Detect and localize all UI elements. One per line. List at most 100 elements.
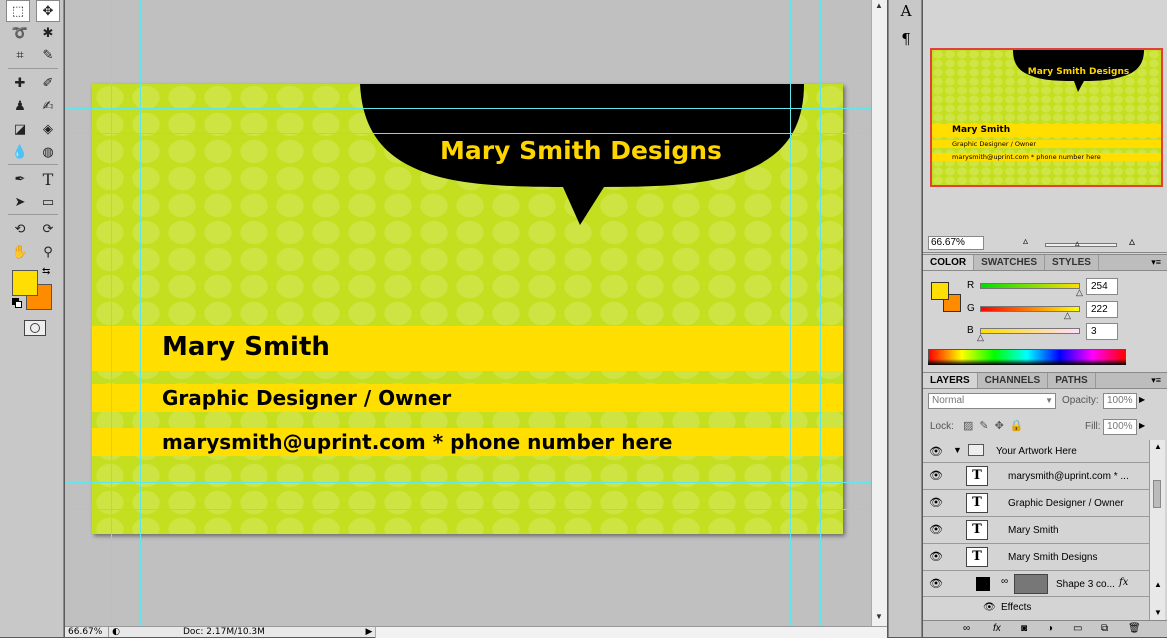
tab-color[interactable]: COLOR xyxy=(923,255,975,270)
layers-scrollbar[interactable]: ▲ ▲ ▼ xyxy=(1149,440,1165,620)
magic-wand-icon[interactable]: ✱ xyxy=(36,22,60,44)
zoom-out-icon[interactable]: ▵ xyxy=(1023,236,1028,247)
eraser-icon[interactable]: ◪ xyxy=(8,118,32,140)
status-flyout-icon[interactable]: ▶ xyxy=(363,627,375,637)
slider-thumb-icon[interactable]: △ xyxy=(977,332,984,343)
scroll-up-icon[interactable]: ▲ xyxy=(875,1,883,10)
fill-field[interactable]: 100% xyxy=(1103,419,1137,435)
3d-rotate-icon[interactable]: ⟲ xyxy=(8,218,32,240)
guide-horizontal[interactable] xyxy=(65,133,871,134)
panel-menu-icon[interactable]: ▾≡ xyxy=(1151,255,1167,270)
quick-mask-icon[interactable] xyxy=(24,320,46,336)
scroll-down-icon[interactable]: ▼ xyxy=(1154,608,1162,617)
default-colors-icon[interactable] xyxy=(12,298,22,308)
layer-row[interactable]: 👁 T marysmith@uprint.com * ... xyxy=(923,463,1149,490)
layer-row[interactable]: 👁 T Graphic Designer / Owner xyxy=(923,490,1149,517)
dodge-icon[interactable]: ◍ xyxy=(36,141,60,163)
fill-flyout-icon[interactable]: ▶ xyxy=(1139,421,1145,430)
pen-icon[interactable]: ✒ xyxy=(8,168,32,190)
guide-horizontal[interactable] xyxy=(65,509,871,510)
channel-b-value[interactable]: 3 xyxy=(1086,323,1118,340)
scroll-up-icon[interactable]: ▲ xyxy=(1154,580,1162,589)
color-panel-fg-swatch[interactable] xyxy=(931,282,949,300)
canvas-vertical-scrollbar[interactable]: ▲ ▼ xyxy=(871,0,887,626)
blend-mode-select[interactable]: Normal ▼ xyxy=(928,393,1056,409)
layer-row[interactable]: 👁 T Mary Smith xyxy=(923,517,1149,544)
status-menu-icon[interactable]: ◐ xyxy=(109,627,123,637)
visibility-eye-icon[interactable]: 👁 xyxy=(929,524,943,536)
opacity-field[interactable]: 100% xyxy=(1103,393,1137,409)
layer-row[interactable]: 👁 T Mary Smith Designs xyxy=(923,544,1149,571)
slider-thumb-icon[interactable]: △ xyxy=(1064,310,1071,321)
brush-icon[interactable]: ✐ xyxy=(36,72,60,94)
add-mask-icon[interactable]: ◙ xyxy=(1021,623,1027,634)
scroll-down-icon[interactable]: ▼ xyxy=(875,612,883,621)
character-panel-icon[interactable]: A xyxy=(896,2,916,22)
visibility-eye-icon[interactable]: 👁 xyxy=(929,578,943,590)
business-card-artwork[interactable]: Mary Smith Designs Mary Smith Graphic De… xyxy=(92,84,843,534)
history-brush-icon[interactable]: ✍ xyxy=(36,95,60,117)
zoom-icon[interactable]: ⚲ xyxy=(36,241,60,263)
status-zoom-field[interactable]: 66.67% xyxy=(65,627,109,637)
foreground-color-swatch[interactable] xyxy=(12,270,38,296)
tab-styles[interactable]: STYLES xyxy=(1045,255,1099,270)
lock-options-icon[interactable]: ▨✎✥🔒 xyxy=(963,419,1030,432)
guide-vertical[interactable] xyxy=(820,0,821,626)
shape-layer-row[interactable]: 👁 ∞ Shape 3 co... fx xyxy=(923,571,1149,597)
guide-vertical[interactable] xyxy=(790,0,791,626)
paragraph-panel-icon[interactable]: ¶ xyxy=(896,30,916,50)
zoom-in-icon[interactable]: ▵ xyxy=(1129,234,1135,248)
navigator-zoom-field[interactable]: 66.67% xyxy=(928,236,984,250)
add-style-icon[interactable]: fx xyxy=(993,623,1001,634)
healing-brush-icon[interactable]: ✚ xyxy=(8,72,32,94)
marquee-icon[interactable]: ⬚ xyxy=(6,0,30,22)
panel-menu-icon[interactable]: ▾≡ xyxy=(1151,373,1167,388)
effects-row[interactable]: 👁 Effects xyxy=(923,597,1149,619)
clone-stamp-icon[interactable]: ♟ xyxy=(8,95,32,117)
tab-swatches[interactable]: SWATCHES xyxy=(974,255,1046,270)
fx-icon[interactable]: fx xyxy=(1119,577,1128,588)
tab-channels[interactable]: CHANNELS xyxy=(978,373,1049,388)
paint-bucket-icon[interactable]: ◈ xyxy=(36,118,60,140)
3d-orbit-icon[interactable]: ⟳ xyxy=(36,218,60,240)
channel-r-slider[interactable] xyxy=(980,283,1080,289)
adjustment-layer-icon[interactable]: ◑ xyxy=(1047,623,1053,634)
slider-thumb-icon[interactable]: △ xyxy=(1076,287,1083,298)
blur-icon[interactable]: 💧 xyxy=(8,141,32,163)
layer-group-row[interactable]: 👁 ▼ Your Artwork Here xyxy=(923,439,1149,463)
visibility-eye-icon[interactable]: 👁 xyxy=(983,602,996,613)
move-icon[interactable]: ✥ xyxy=(36,0,60,22)
guide-vertical[interactable] xyxy=(140,0,141,626)
crop-icon[interactable]: ⌗ xyxy=(8,44,32,66)
scroll-thumb[interactable] xyxy=(1153,480,1161,508)
guide-horizontal[interactable] xyxy=(65,482,871,483)
channel-g-value[interactable]: 222 xyxy=(1086,301,1118,318)
hand-icon[interactable]: ✋ xyxy=(8,241,32,263)
canvas-horizontal-scrollbar[interactable] xyxy=(375,626,887,638)
navigator-zoom-slider[interactable] xyxy=(1045,243,1117,247)
slider-thumb-icon[interactable]: ▵ xyxy=(1075,238,1080,249)
delete-layer-icon[interactable]: 🗑 xyxy=(1128,623,1141,634)
navigator-thumbnail[interactable]: Mary Smith Designs Mary Smith Graphic De… xyxy=(930,48,1163,187)
tab-layers[interactable]: LAYERS xyxy=(923,373,978,388)
visibility-eye-icon[interactable]: 👁 xyxy=(929,497,943,509)
guide-vertical[interactable] xyxy=(111,0,112,626)
link-layers-icon[interactable]: ∞ xyxy=(963,623,970,634)
group-expand-icon[interactable]: ▼ xyxy=(953,445,962,455)
path-select-icon[interactable]: ➤ xyxy=(8,191,32,213)
opacity-flyout-icon[interactable]: ▶ xyxy=(1139,395,1145,404)
rectangle-icon[interactable]: ▭ xyxy=(36,191,60,213)
new-layer-icon[interactable]: ⧉ xyxy=(1101,623,1108,634)
visibility-eye-icon[interactable]: 👁 xyxy=(929,446,943,458)
channel-b-slider[interactable] xyxy=(980,328,1080,334)
new-group-icon[interactable]: ▭ xyxy=(1073,623,1082,634)
tab-paths[interactable]: PATHS xyxy=(1048,373,1096,388)
type-icon[interactable]: T xyxy=(36,168,60,190)
channel-r-value[interactable]: 254 xyxy=(1086,278,1118,295)
guide-horizontal[interactable] xyxy=(65,108,871,109)
lasso-icon[interactable]: ➰ xyxy=(8,22,32,44)
canvas-workspace[interactable]: Mary Smith Designs Mary Smith Graphic De… xyxy=(65,0,871,626)
eyedropper-icon[interactable]: ✎ xyxy=(36,44,60,66)
visibility-eye-icon[interactable]: 👁 xyxy=(929,551,943,563)
scroll-up-icon[interactable]: ▲ xyxy=(1154,442,1162,451)
